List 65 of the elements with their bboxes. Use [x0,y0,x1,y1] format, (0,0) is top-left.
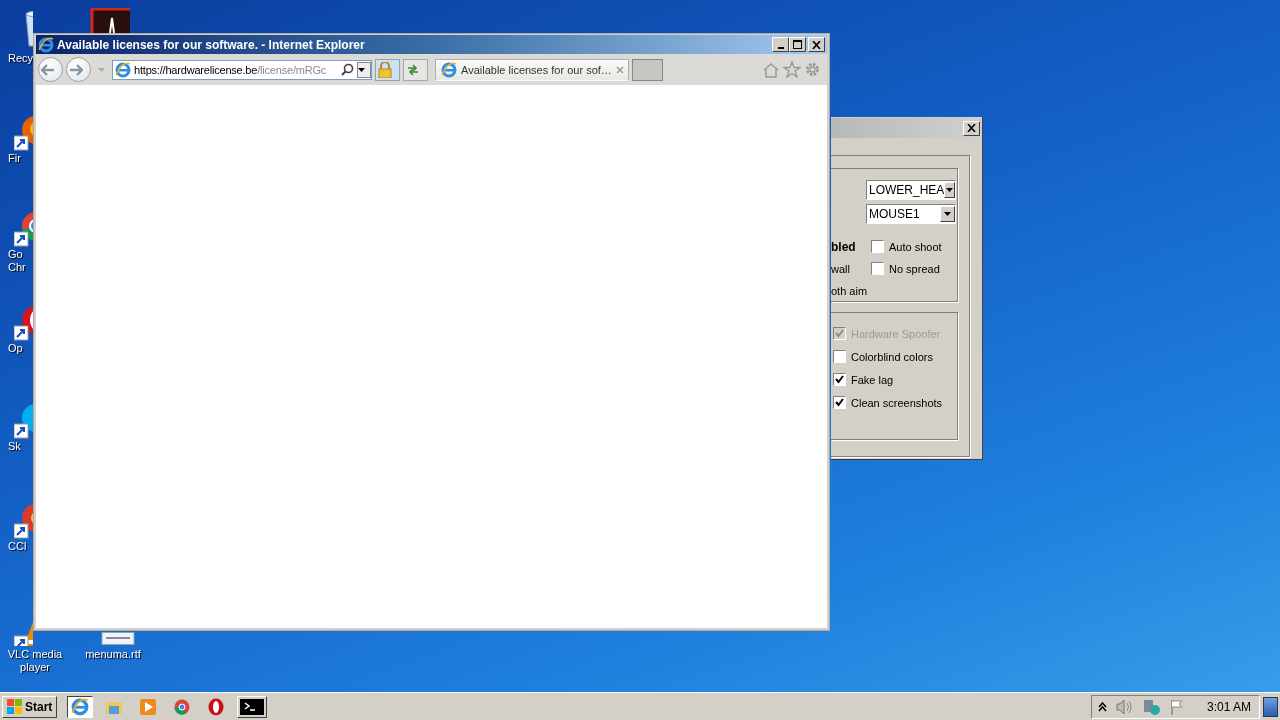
browser-logo-icon [71,697,90,716]
checkbox[interactable]: No spread [871,262,940,275]
flag-icon[interactable] [1169,698,1184,715]
browser-logo-icon [115,61,131,78]
icon-label: Go Chr [8,248,26,274]
browser-button[interactable] [67,695,94,718]
chevron-up-icon[interactable] [1097,701,1107,712]
close-icon[interactable] [615,65,624,74]
forward-button[interactable] [66,57,91,82]
back-arrow-icon [40,63,55,76]
checkmark-icon [835,329,844,338]
close-button[interactable] [808,37,825,52]
checkbox[interactable]: Auto shoot [871,240,942,253]
icon-label: Recy [8,52,34,65]
pdf-file-icon[interactable] [90,8,130,33]
maximize-icon [793,40,802,49]
search-icon[interactable] [341,63,354,76]
icon-label: Fir [8,152,21,165]
browser-tab[interactable]: Available licenses for our sof… [435,58,629,81]
ring-logo-icon [208,697,225,716]
caret-icon[interactable] [357,67,365,72]
icon-label: Op [8,342,23,355]
close-button[interactable] [963,120,980,136]
dropdown[interactable]: MOUSE1 [866,204,956,224]
minimize-button[interactable] [772,37,789,52]
checkbox[interactable]: Fake lag [833,373,957,386]
checkbox[interactable]: Colorblind colors [833,350,957,363]
close-icon [967,124,976,132]
padlock-icon [377,61,392,78]
clock: 3:01 AM [1206,699,1251,714]
circle-logo-icon [174,698,191,715]
speaker-icon[interactable] [1115,698,1134,715]
browser-logo-icon [38,36,54,53]
play-icon [140,698,157,715]
checkbox[interactable]: Clean screenshots [833,396,957,409]
window-title: Available licenses for our software. - Internet Explorer [57,37,365,52]
terminal-button[interactable] [237,695,268,718]
star-icon[interactable] [783,61,801,78]
option-label: wall [831,262,851,275]
caret-icon [944,212,951,216]
terminal-icon [240,698,265,715]
browser-logo-icon [441,61,457,78]
option-label: oth aim [831,284,869,297]
url-text: https://hardwarelicense.be/license/mRGc [134,63,328,76]
close-icon [812,40,821,49]
refresh-button[interactable] [403,58,428,81]
minimize-icon [777,46,784,49]
show-desktop-button[interactable] [1263,696,1278,717]
checkmark-icon [835,375,844,384]
icon-label: menuma.rtf [84,648,142,661]
maximize-button[interactable] [789,37,806,52]
dropdown[interactable]: LOWER_HEA [866,180,956,200]
refresh-arrows-icon [405,63,420,76]
new-tab-button[interactable] [632,58,663,81]
icon-label: Sk [8,440,21,453]
back-button[interactable] [38,57,63,82]
icon-label: CCl [8,540,27,553]
icon-label: VLC media player [6,648,64,674]
address-bar[interactable]: https://hardwarelicense.be/license/mRGc [112,59,372,80]
forward-arrow-icon [68,63,83,76]
checkmark-icon [835,398,844,407]
caret-icon [946,188,954,192]
option-label: bled [831,239,857,254]
start-button[interactable]: Start [2,695,58,718]
windows-logo-icon [7,699,23,714]
